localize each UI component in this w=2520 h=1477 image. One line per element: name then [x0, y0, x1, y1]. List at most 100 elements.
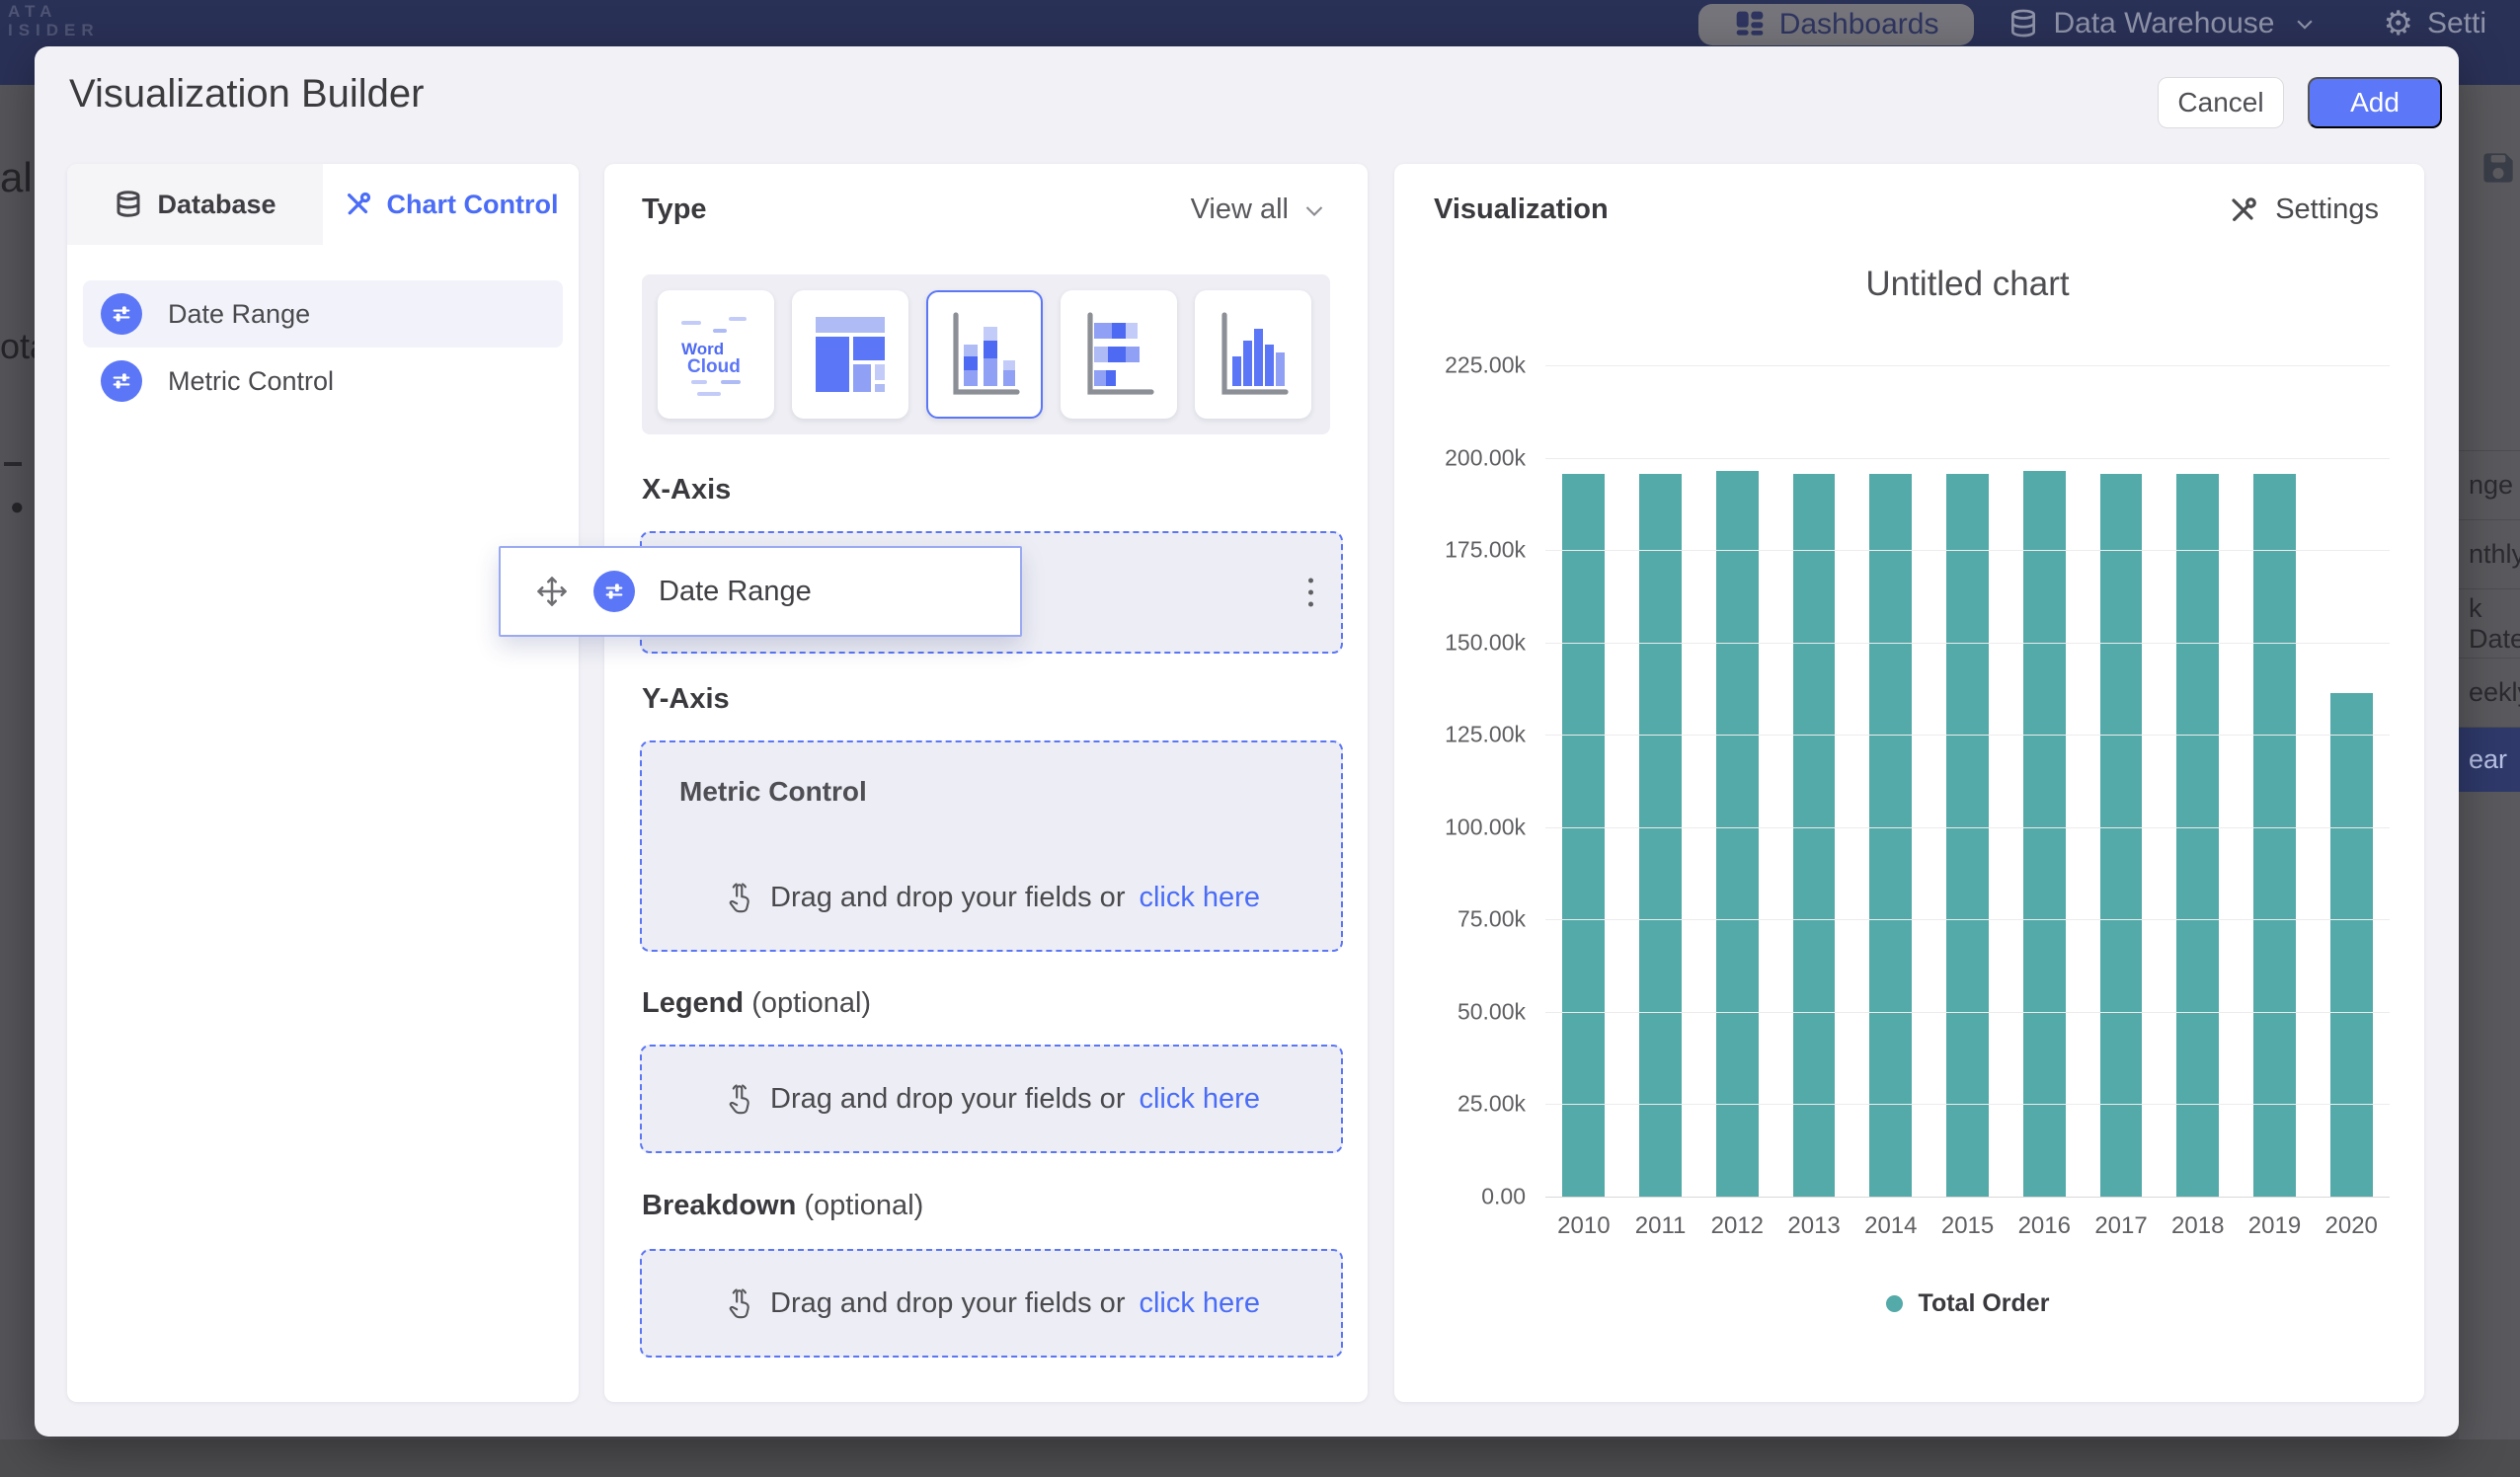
chart-legend: Total Order: [1545, 1289, 2390, 1318]
backdrop-menu-fragments: nge nthly k Date eekly ear: [2459, 450, 2520, 792]
click-here-link[interactable]: click here: [1139, 882, 1260, 914]
nav-link-label: Data Warehouse: [2053, 7, 2274, 40]
visualization-panel: Visualization Settings Untitled chart 22…: [1394, 164, 2424, 1402]
bar-2017: [2100, 474, 2143, 1197]
list-item-metric-control[interactable]: Metric Control: [83, 348, 563, 415]
gridline: [1545, 458, 2390, 459]
nav-tab-dashboards[interactable]: Dashboards: [1698, 4, 1975, 45]
brand-logo: ATA ISIDER: [8, 2, 100, 39]
dragged-field-date-range[interactable]: Date Range: [499, 546, 1022, 637]
legend-dot: [1886, 1295, 1903, 1312]
gridline: [1545, 1012, 2390, 1013]
legend-label: Legend (optional): [642, 987, 871, 1020]
bar-2020: [2330, 693, 2373, 1197]
bar-2014: [1869, 474, 1912, 1197]
fields-panel: Database Chart Control: [67, 164, 579, 1402]
move-icon: [534, 574, 570, 609]
drop-hint-text: Drag and drop your fields or: [770, 1287, 1125, 1320]
gridline: [1545, 735, 2390, 736]
tab-database[interactable]: Database: [67, 164, 323, 245]
tools-icon: [2228, 194, 2259, 226]
view-all-label: View all: [1191, 194, 1289, 226]
nav-item-settings[interactable]: ⚙ Setti: [2349, 7, 2520, 40]
backdrop-right-strip: nge nthly k Date eekly ear: [2459, 85, 2520, 1439]
bar-slot: [2160, 365, 2237, 1197]
chevron-down-icon: [1302, 198, 1326, 222]
chart-type-treemap[interactable]: [792, 290, 908, 419]
chart-type-stacked-column[interactable]: [926, 290, 1043, 419]
tab-chart-control[interactable]: Chart Control: [323, 164, 579, 245]
sliders-icon: [101, 293, 142, 335]
click-here-link[interactable]: click here: [1139, 1083, 1260, 1116]
click-here-link[interactable]: click here: [1139, 1287, 1260, 1320]
visualization-builder-modal: Visualization Builder Cancel Add Databas…: [35, 46, 2459, 1437]
y-tick-label: 150.00k: [1445, 629, 1526, 656]
gridline: [1545, 550, 2390, 551]
x-tick-label: 2015: [1929, 1212, 2007, 1240]
nav-link-label: Setti: [2427, 7, 2486, 40]
nav-item-data-warehouse[interactable]: Data Warehouse: [1974, 7, 2349, 40]
view-all-dropdown[interactable]: View all: [1191, 194, 1326, 226]
chart-type-word-cloud[interactable]: Word Cloud: [658, 290, 774, 419]
word-cloud-word: Cloud: [687, 356, 741, 377]
breakdown-label: Breakdown (optional): [642, 1190, 923, 1222]
visualization-header: Visualization: [1434, 194, 1609, 226]
bar-2018: [2176, 474, 2219, 1197]
backdrop-bottom-strip: [0, 1439, 2520, 1477]
x-axis-label: X-Axis: [642, 474, 731, 506]
y-tick-label: 125.00k: [1445, 722, 1526, 748]
legend-dropzone[interactable]: Drag and drop your fields or click here: [640, 1045, 1343, 1153]
chart-type-column[interactable]: [1195, 290, 1311, 419]
x-tick-label: 2017: [2083, 1212, 2160, 1240]
add-button[interactable]: Add: [2308, 77, 2442, 128]
y-tick-label: 225.00k: [1445, 352, 1526, 379]
y-tick-label: 75.00k: [1457, 906, 1526, 933]
backdrop-menu-item: nthly: [2459, 519, 2520, 588]
database-icon: [114, 190, 143, 219]
chart-type-list: Word Cloud: [642, 274, 1330, 434]
bar-2012: [1716, 471, 1759, 1197]
bar-slot: [2006, 365, 2083, 1197]
builder-panel: Type View all Word Cloud: [604, 164, 1368, 1402]
x-tick-label: 2018: [2160, 1212, 2237, 1240]
tap-icon: [723, 1286, 756, 1320]
nav-tab-label: Dashboards: [1779, 8, 1939, 41]
list-item-date-range[interactable]: Date Range: [83, 280, 563, 348]
gridline: [1545, 643, 2390, 644]
navbar-items: Dashboards Data Warehouse ⚙ Setti: [1698, 0, 2520, 47]
bar-2019: [2253, 474, 2296, 1197]
chart-type-stacked-bar[interactable]: [1061, 290, 1177, 419]
breakdown-dropzone[interactable]: Drag and drop your fields or click here: [640, 1249, 1343, 1358]
save-icon: [2477, 146, 2520, 190]
settings-button[interactable]: Settings: [2228, 194, 2379, 226]
sliders-icon: [101, 360, 142, 402]
y-axis-zone-title: Metric Control: [679, 776, 867, 808]
kebab-menu-icon[interactable]: [1302, 573, 1319, 613]
tab-label: Chart Control: [387, 190, 559, 220]
type-label: Type: [642, 194, 707, 226]
bar-2011: [1639, 474, 1682, 1197]
gridline: [1545, 919, 2390, 920]
chart-plot: [1545, 365, 2390, 1197]
chart-x-axis-labels: 2010201120122013201420152016201720182019…: [1545, 1212, 2390, 1240]
brand-line-1: ATA: [8, 2, 100, 21]
x-tick-label: 2019: [2237, 1212, 2314, 1240]
cancel-button[interactable]: Cancel: [2158, 77, 2284, 128]
x-tick-label: 2020: [2313, 1212, 2390, 1240]
chart-bars: [1545, 365, 2390, 1197]
y-tick-label: 175.00k: [1445, 537, 1526, 564]
backdrop-menu-item: nge: [2459, 450, 2520, 519]
chevron-down-icon: [2294, 13, 2316, 35]
backdrop-bullet-fragment: ●: [10, 494, 25, 521]
grid-icon: [1734, 9, 1766, 40]
backdrop-menu-item: eekly: [2459, 658, 2520, 727]
backdrop-menu-item-selected: ear: [2459, 727, 2520, 792]
x-tick-label: 2013: [1775, 1212, 1852, 1240]
y-axis-dropzone[interactable]: Metric Control Drag and drop your fields…: [640, 740, 1343, 952]
dragged-field-label: Date Range: [659, 576, 812, 608]
x-tick-label: 2014: [1852, 1212, 1929, 1240]
y-tick-label: 50.00k: [1457, 998, 1526, 1025]
database-icon: [2008, 8, 2039, 39]
backdrop-line-fragment: [4, 462, 22, 466]
chart-y-axis-labels: 225.00k200.00k175.00k150.00k125.00k100.0…: [1394, 365, 1526, 1197]
